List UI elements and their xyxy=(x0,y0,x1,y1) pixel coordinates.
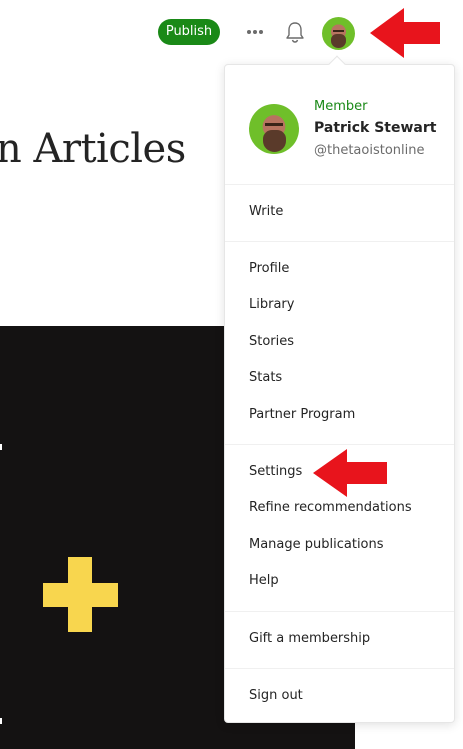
plus-shape xyxy=(43,583,118,607)
menu-divider xyxy=(225,241,454,242)
hero-edge-mark xyxy=(0,718,2,724)
menu-item-partner-program[interactable]: Partner Program xyxy=(249,406,355,424)
menu-item-settings[interactable]: Settings xyxy=(249,463,302,481)
menu-divider xyxy=(225,668,454,669)
menu-divider xyxy=(225,184,454,185)
menu-item-profile[interactable]: Profile xyxy=(249,260,289,278)
menu-divider xyxy=(225,444,454,445)
profile-avatar[interactable] xyxy=(249,104,299,154)
menu-item-refine-recommendations[interactable]: Refine recommendations xyxy=(249,499,412,517)
menu-item-sign-out[interactable]: Sign out xyxy=(249,687,303,705)
account-dropdown-menu xyxy=(224,64,455,723)
publish-button[interactable]: Publish xyxy=(158,19,220,45)
menu-divider xyxy=(225,611,454,612)
menu-item-manage-publications[interactable]: Manage publications xyxy=(249,536,384,554)
menu-item-stories[interactable]: Stories xyxy=(249,333,294,351)
menu-item-write[interactable]: Write xyxy=(249,203,283,221)
avatar-beard xyxy=(263,130,286,152)
annotation-arrow-settings xyxy=(313,449,387,497)
avatar-eyes xyxy=(265,123,283,126)
more-horizontal-icon[interactable] xyxy=(246,29,264,35)
article-title: n Articles xyxy=(0,126,186,172)
avatar-beard xyxy=(331,34,346,48)
annotation-arrow-avatar xyxy=(370,8,440,58)
user-avatar-button[interactable] xyxy=(322,17,355,50)
membership-status: Member xyxy=(314,99,368,114)
hero-edge-mark xyxy=(0,444,2,450)
menu-item-help[interactable]: Help xyxy=(249,572,279,590)
menu-item-gift-membership[interactable]: Gift a membership xyxy=(249,630,370,648)
notification-bell-icon[interactable] xyxy=(284,20,306,44)
menu-item-stats[interactable]: Stats xyxy=(249,369,282,387)
user-handle: @thetaoistonline xyxy=(314,143,425,158)
menu-item-library[interactable]: Library xyxy=(249,296,294,314)
user-name[interactable]: Patrick Stewart xyxy=(314,120,436,136)
avatar-eyes xyxy=(333,30,344,32)
